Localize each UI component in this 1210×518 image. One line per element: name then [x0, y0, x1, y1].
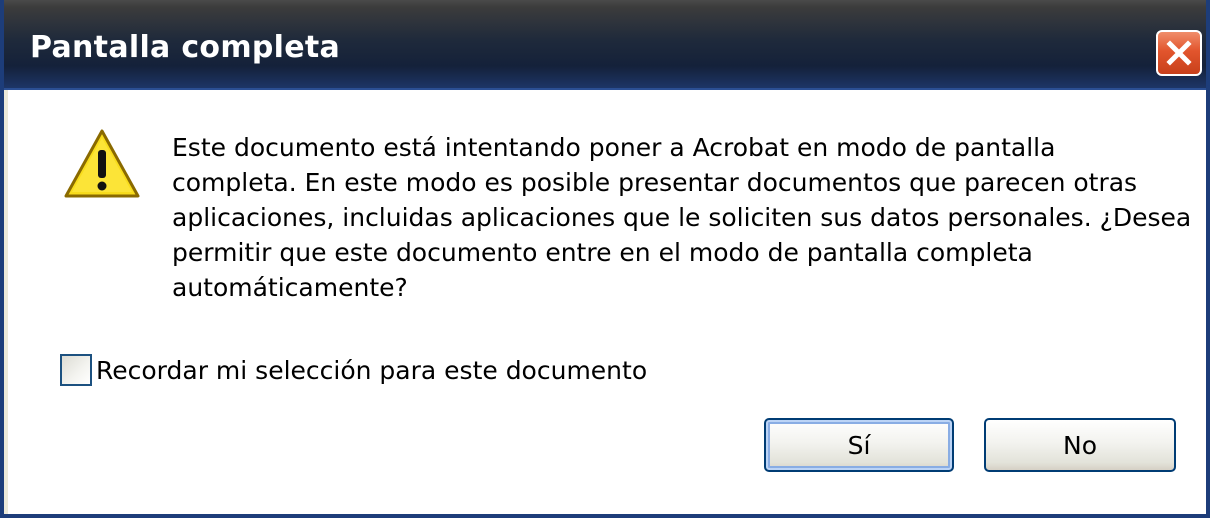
title-bar[interactable]: Pantalla completa: [4, 0, 1206, 90]
yes-button[interactable]: Sí: [764, 418, 954, 472]
message-line: permitir que este documento entre en el …: [172, 238, 1033, 267]
warning-icon: [64, 129, 140, 198]
message-line: completa. En este modo es posible presen…: [172, 168, 1138, 197]
no-button[interactable]: No: [984, 418, 1176, 472]
dialog-title: Pantalla completa: [30, 30, 341, 65]
dialog-window: Pantalla completa Este documento está in…: [0, 0, 1210, 518]
remember-selection-checkbox[interactable]: [60, 354, 92, 386]
remember-selection-label[interactable]: Recordar mi selección para este document…: [96, 356, 647, 385]
close-button[interactable]: [1156, 30, 1202, 76]
dialog-content: Este documento está intentando poner a A…: [8, 90, 1206, 514]
message-line: automáticamente?: [172, 273, 408, 302]
message-line: Este documento está intentando poner a A…: [172, 133, 1056, 162]
close-icon: [1166, 40, 1192, 66]
remember-selection-option[interactable]: Recordar mi selección para este document…: [60, 352, 647, 388]
dialog-message: Este documento está intentando poner a A…: [172, 130, 1192, 305]
message-line: aplicaciones, incluidas aplicaciones que…: [172, 203, 1192, 232]
